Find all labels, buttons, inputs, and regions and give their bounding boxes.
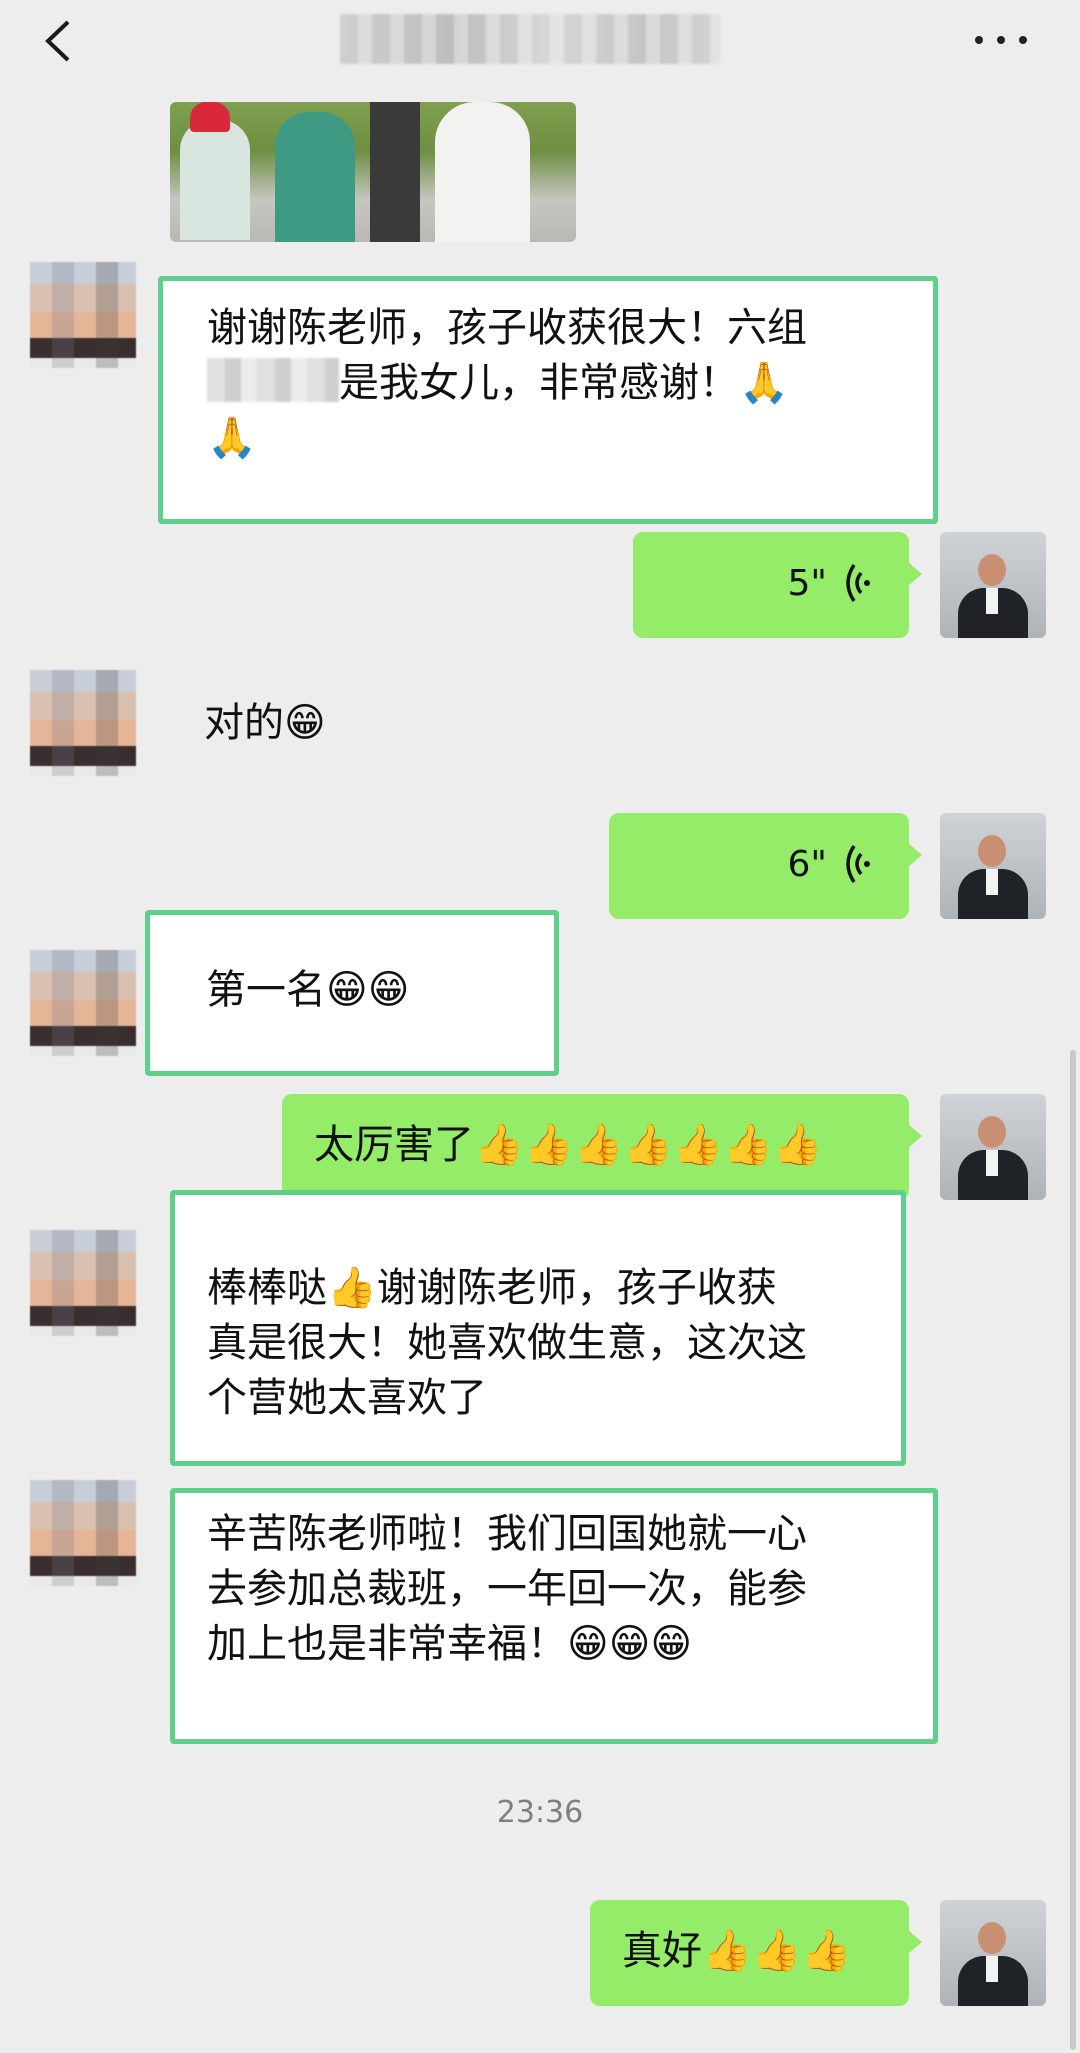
message-timestamp: 23:36 xyxy=(496,1795,584,1830)
redacted-name xyxy=(207,358,339,402)
message-text: 个营她太喜欢了 xyxy=(207,1375,487,1421)
message-text: 去参加总裁班，一年回一次，能参 xyxy=(207,1566,807,1612)
message-text: 第一名😁😁 xyxy=(206,967,410,1013)
photo-person xyxy=(435,102,530,242)
message-text: 棒棒哒👍谢谢陈老师，孩子收获 xyxy=(207,1265,777,1311)
sender-avatar[interactable] xyxy=(30,1230,136,1336)
sender-avatar[interactable] xyxy=(30,670,136,776)
voice-wave-icon xyxy=(846,564,870,602)
message-bubble-incoming[interactable]: 第一名😁😁 xyxy=(145,910,559,1076)
voice-duration: 5" xyxy=(787,562,827,604)
my-avatar[interactable] xyxy=(940,1900,1046,2006)
scrollbar[interactable] xyxy=(1070,1050,1076,2050)
photo-person xyxy=(370,102,420,242)
voice-message-outgoing[interactable]: 6" xyxy=(609,813,922,919)
message-text: 真是很大！她喜欢做生意，这次这 xyxy=(207,1320,807,1366)
message-text: 对的😁 xyxy=(204,700,326,746)
message-text: 谢谢陈老师，孩子收获很大！六组 xyxy=(207,305,807,351)
sender-avatar[interactable] xyxy=(30,950,136,1056)
message-text: 真好👍👍👍 xyxy=(622,1928,852,1974)
voice-wave-icon xyxy=(846,845,870,883)
my-avatar[interactable] xyxy=(940,813,1046,919)
message-bubble-outgoing[interactable]: 真好👍👍👍 xyxy=(590,1900,922,2006)
more-dots-icon[interactable] xyxy=(975,24,1031,54)
chat-header xyxy=(0,0,1080,84)
message-bubble-incoming[interactable]: 谢谢陈老师，孩子收获很大！六组 是我女儿，非常感谢！🙏 🙏 xyxy=(158,276,938,524)
message-text: 太厉害了👍👍👍👍👍👍👍 xyxy=(314,1122,823,1168)
message-text: 加上也是非常幸福！😁😁😁 xyxy=(207,1621,693,1667)
my-avatar[interactable] xyxy=(940,532,1046,638)
photo-person xyxy=(180,120,250,240)
photo-hat xyxy=(190,102,230,132)
message-text: 辛苦陈老师啦！我们回国她就一心 xyxy=(207,1511,807,1557)
message-text: 🙏 xyxy=(207,415,257,461)
voice-duration: 6" xyxy=(787,843,827,885)
message-bubble-incoming[interactable]: 对的😁 xyxy=(158,676,418,776)
message-bubble-incoming[interactable]: 辛苦陈老师啦！我们回国她就一心 去参加总裁班，一年回一次，能参 加上也是非常幸福… xyxy=(170,1488,938,1744)
sender-avatar[interactable] xyxy=(30,1480,136,1586)
chevron-left-icon[interactable] xyxy=(34,16,84,66)
photo-message[interactable] xyxy=(170,102,576,242)
photo-person xyxy=(275,112,355,242)
voice-message-outgoing[interactable]: 5" xyxy=(633,532,922,638)
sender-avatar[interactable] xyxy=(30,262,136,368)
my-avatar[interactable] xyxy=(940,1094,1046,1200)
message-text: 是我女儿，非常感谢！🙏 xyxy=(339,360,789,406)
message-bubble-incoming[interactable]: 棒棒哒👍谢谢陈老师，孩子收获 真是很大！她喜欢做生意，这次这 个营她太喜欢了 xyxy=(170,1190,906,1466)
chat-title-redacted xyxy=(340,14,720,64)
message-bubble-outgoing[interactable]: 太厉害了👍👍👍👍👍👍👍 xyxy=(282,1094,922,1200)
